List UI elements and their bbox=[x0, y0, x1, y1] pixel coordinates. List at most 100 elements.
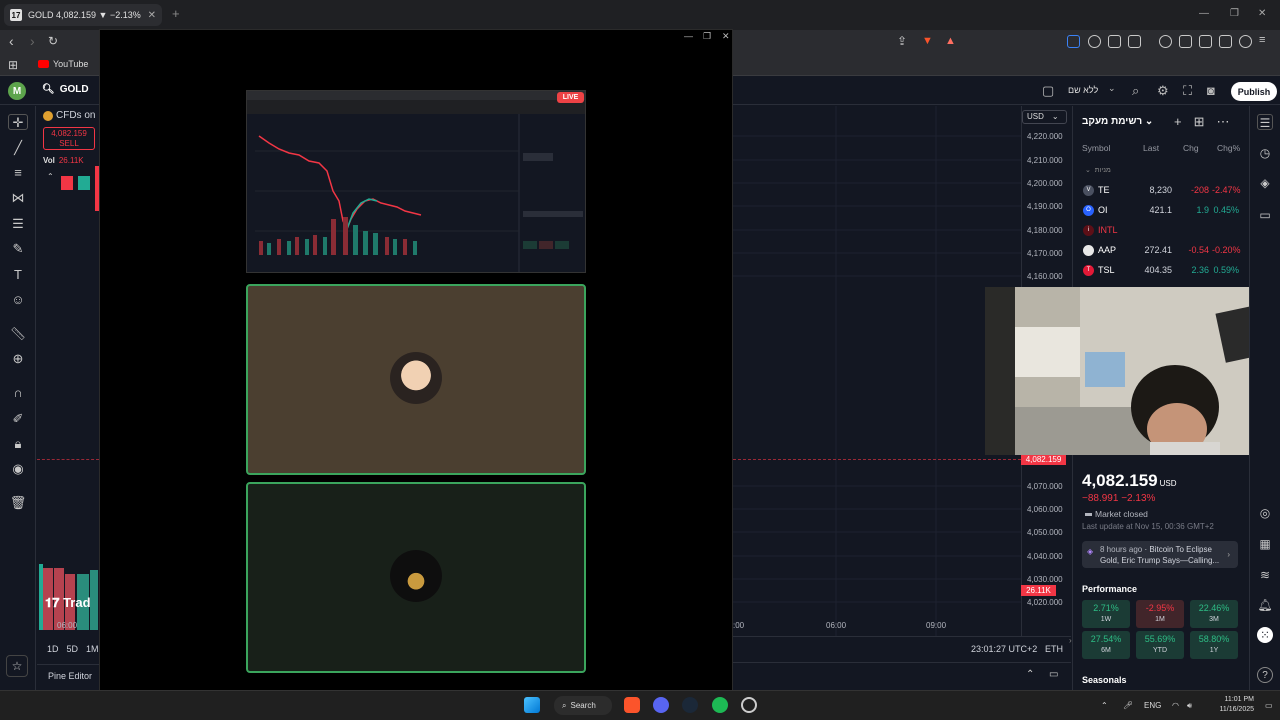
fib-retracement-icon[interactable]: ≡ bbox=[8, 165, 28, 181]
wifi-icon[interactable]: ◠ bbox=[1172, 701, 1179, 710]
tray-chevron-icon[interactable]: ⌃ bbox=[1101, 701, 1108, 710]
range-1d[interactable]: 1D bbox=[47, 644, 59, 654]
zoom-in-icon[interactable]: ⊕ bbox=[8, 351, 28, 367]
symbol-description[interactable]: CFDs on bbox=[43, 110, 95, 121]
camera-icon[interactable]: ◙ bbox=[1207, 83, 1215, 98]
performance-cell[interactable]: -2.95% 1M bbox=[1136, 600, 1184, 628]
calendar-icon[interactable]: ▦ bbox=[1257, 536, 1273, 552]
stay-drawing-icon[interactable]: ✐ bbox=[8, 411, 28, 427]
leo-ai-icon[interactable] bbox=[1219, 35, 1232, 48]
performance-cell[interactable]: 27.54% 6M bbox=[1082, 631, 1130, 659]
watchlist-row[interactable]: AAP 272.41 -0.54 -0.20% bbox=[1072, 241, 1248, 261]
new-tab-button[interactable]: + bbox=[172, 6, 180, 21]
close-window-icon[interactable]: ✕ bbox=[722, 31, 730, 42]
maximize-panel-icon[interactable]: ▭ bbox=[1049, 669, 1058, 680]
more-icon[interactable]: ⋯ bbox=[1217, 114, 1242, 129]
products-grid-icon[interactable]: ⁙ bbox=[1257, 627, 1273, 643]
performance-cell[interactable]: 58.80% 1Y bbox=[1190, 631, 1238, 659]
column-header-last[interactable]: Last bbox=[1143, 143, 1159, 153]
chart-clock[interactable]: 23:01:27 UTC+2 bbox=[971, 644, 1037, 654]
share-icon[interactable]: ⇪ bbox=[897, 34, 907, 48]
performance-cell[interactable]: 22.46% 3M bbox=[1190, 600, 1238, 628]
settings-gear-icon[interactable]: ⚙ bbox=[1157, 83, 1169, 99]
help-icon[interactable]: ? bbox=[1257, 667, 1273, 683]
target-icon[interactable]: ◎ bbox=[1257, 505, 1273, 521]
extension-icon[interactable] bbox=[1128, 35, 1141, 48]
quick-search-icon[interactable]: ⌕ bbox=[1132, 83, 1139, 99]
discord-icon[interactable] bbox=[653, 697, 669, 713]
back-icon[interactable]: ‹ bbox=[9, 34, 14, 48]
browser-tab[interactable]: 17 GOLD 4,082.159 ▼ −2.13% ... ✕ bbox=[4, 4, 162, 26]
close-window-icon[interactable]: ✕ bbox=[1258, 8, 1266, 19]
watchlist-row[interactable]: i INTL bbox=[1072, 221, 1248, 241]
column-header-chg[interactable]: Chg bbox=[1183, 143, 1199, 153]
watchlist-icon[interactable]: ☰ bbox=[1257, 114, 1273, 130]
emoji-icon[interactable]: ☺ bbox=[8, 292, 28, 308]
column-header-symbol[interactable]: Symbol bbox=[1082, 143, 1110, 153]
collapse-chevron-icon[interactable]: ⌃ bbox=[47, 172, 54, 181]
publish-button[interactable]: Publish bbox=[1231, 82, 1277, 101]
screen-share-stream[interactable] bbox=[246, 90, 586, 273]
maximize-window-icon[interactable]: ❐ bbox=[703, 31, 711, 42]
user-avatar[interactable]: M bbox=[8, 82, 26, 100]
news-feed-icon[interactable]: ≋ bbox=[1257, 567, 1273, 583]
spotify-icon[interactable] bbox=[712, 697, 728, 713]
volume-icon[interactable]: 🔊︎ bbox=[1187, 701, 1192, 711]
magnet-icon[interactable]: ∩ bbox=[8, 385, 28, 401]
close-tab-icon[interactable]: ✕ bbox=[148, 10, 156, 21]
trash-icon[interactable]: 🗑︎ bbox=[8, 495, 28, 511]
vpn-icon[interactable] bbox=[1088, 35, 1101, 48]
app-icon[interactable] bbox=[741, 697, 757, 713]
watchlist-row[interactable]: O OI 421.1 1.9 0.45% bbox=[1072, 201, 1248, 221]
watchlist-row[interactable]: V TE 8,230 -208 -2.47% bbox=[1072, 181, 1248, 201]
main-chart-area[interactable] bbox=[733, 106, 1021, 636]
favorites-star-icon[interactable]: ☆ bbox=[6, 655, 28, 677]
layers-icon[interactable]: ◈ bbox=[1257, 175, 1273, 191]
columns-icon[interactable]: ⊞ bbox=[1194, 114, 1217, 129]
notifications-icon[interactable]: ▭ bbox=[1265, 701, 1273, 710]
taskbar-search[interactable]: ⌕ Search bbox=[554, 696, 612, 715]
watchlist-title[interactable]: רשימת מעקב ⌄ bbox=[1082, 116, 1153, 127]
column-header-chg-percent[interactable]: Chg% bbox=[1217, 143, 1240, 153]
text-icon[interactable]: T bbox=[8, 267, 28, 283]
minimize-window-icon[interactable]: — bbox=[1199, 8, 1209, 19]
wallet-icon[interactable] bbox=[1199, 35, 1212, 48]
brush-icon[interactable]: ✎ bbox=[8, 241, 28, 257]
minimize-window-icon[interactable]: — bbox=[684, 31, 693, 41]
extension-icon[interactable] bbox=[1067, 35, 1080, 48]
chevron-down-icon[interactable]: ⌄ bbox=[1108, 83, 1116, 94]
shield-icon[interactable] bbox=[1239, 35, 1252, 48]
crosshair-icon[interactable]: ✛ bbox=[8, 114, 28, 130]
eye-icon[interactable]: ◉ bbox=[8, 461, 28, 477]
lock-icon[interactable]: 🔒︎ bbox=[8, 436, 28, 452]
layout-name[interactable]: ללא שם bbox=[1068, 85, 1098, 95]
language-indicator[interactable]: ENG bbox=[1144, 701, 1161, 710]
apps-grid-icon[interactable]: ⊞ bbox=[8, 58, 18, 72]
watchlist-group[interactable]: ⌄ מניות bbox=[1085, 166, 1111, 174]
trend-line-icon[interactable]: ╱ bbox=[8, 140, 28, 156]
pattern-icon[interactable]: ⋈ bbox=[8, 190, 28, 206]
collapse-sidebar-icon[interactable]: › bbox=[1069, 636, 1072, 645]
brave-browser-icon[interactable] bbox=[624, 697, 640, 713]
sell-button[interactable]: 4,082.159 SELL bbox=[43, 127, 95, 150]
forecast-icon[interactable]: ☰ bbox=[8, 216, 28, 232]
chat-icon[interactable]: ▭ bbox=[1257, 207, 1273, 223]
add-symbol-icon[interactable]: + bbox=[1174, 114, 1194, 129]
ruler-icon[interactable]: 📏︎ bbox=[8, 326, 28, 342]
session-toggle[interactable]: ETH bbox=[1045, 644, 1063, 654]
forward-icon[interactable]: › bbox=[30, 34, 35, 48]
alerts-clock-icon[interactable]: ◷ bbox=[1257, 145, 1273, 161]
maximize-window-icon[interactable]: ❐ bbox=[1230, 8, 1239, 19]
steam-icon[interactable] bbox=[682, 697, 698, 713]
notification-bell-icon[interactable]: 🔔︎ bbox=[1257, 597, 1273, 613]
range-5d[interactable]: 5D bbox=[67, 644, 79, 654]
reload-icon[interactable]: ↻ bbox=[48, 34, 58, 48]
music-icon[interactable] bbox=[1159, 35, 1172, 48]
taskbar-clock[interactable]: 11:01 PM 11/16/2025 bbox=[1206, 695, 1254, 715]
sidebar-icon[interactable] bbox=[1179, 35, 1192, 48]
news-headline[interactable]: ◈ 8 hours ago · Bitcoin To Eclipse Gold,… bbox=[1082, 541, 1238, 568]
symbol-search[interactable]: 🔍︎ GOLD bbox=[42, 84, 89, 95]
watchlist-row[interactable]: T TSL 404.35 2.36 0.59% bbox=[1072, 261, 1248, 281]
performance-cell[interactable]: 55.69% YTD bbox=[1136, 631, 1184, 659]
fullscreen-icon[interactable]: ⛶ bbox=[1183, 83, 1192, 99]
